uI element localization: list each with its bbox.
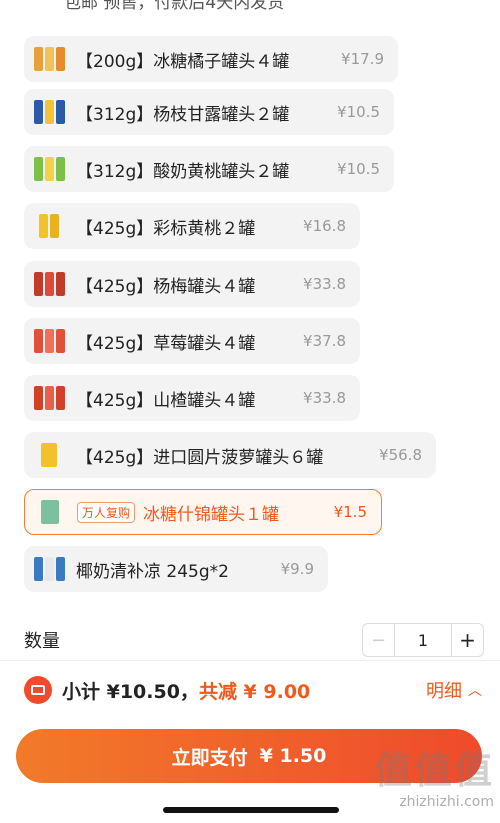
quantity-value[interactable]: 1 [395,624,451,656]
option-name: 【312g】酸奶黄桃罐头２罐 [76,161,290,182]
option-price: ¥37.8 [303,332,346,350]
quantity-stepper: − 1 + [362,623,484,657]
option-price: ¥33.8 [303,275,346,293]
option-price: ¥33.8 [303,389,346,407]
header-cut-text: 包邮 预售，付款后4天内发货 [64,0,285,13]
price-summary: 小计 ¥10.50， 共减 ¥ 9.00 明细 ︿ [24,675,482,705]
option-chip[interactable]: 椰奶清补凉 245g*2 ¥9.9 [24,546,328,592]
mixed-fruit-can-thumb [33,495,67,529]
option-chip[interactable]: 【312g】酸奶黄桃罐头２罐 ¥10.5 [24,146,394,192]
mango-pomelo-can-thumb [32,95,66,129]
coupon-icon [24,676,52,704]
option-price: ¥17.9 [341,50,384,68]
hawthorn-can-thumb [32,381,66,415]
option-name: 【312g】杨枝甘露罐头２罐 [76,104,290,125]
detail-toggle[interactable]: 明细 ︿ [426,677,482,703]
option-chip[interactable]: 【312g】杨枝甘露罐头２罐 ¥10.5 [24,89,394,135]
watermark-logo: 值值值 [373,748,494,792]
option-price: ¥1.5 [333,503,367,521]
option-price: ¥16.8 [303,217,346,235]
option-price: ¥9.9 [280,560,314,578]
option-price: ¥10.5 [337,160,380,178]
quantity-row: 数量 − 1 + [24,622,484,658]
option-name: 冰糖什锦罐头１罐 [143,504,280,525]
option-price: ¥10.5 [337,103,380,121]
option-name: 【425g】进口圆片菠萝罐头６罐 [76,447,324,468]
option-name: 【425g】山楂罐头４罐 [76,390,256,411]
coconut-dessert-thumb [32,552,66,586]
option-name: 【200g】冰糖橘子罐头４罐 [76,51,290,72]
option-chip[interactable]: 【425g】杨梅罐头４罐 ¥33.8 [24,261,360,307]
option-name: 椰奶清补凉 245g*2 [76,561,229,582]
option-chip-selected[interactable]: 万人复购 冰糖什锦罐头１罐 ¥1.5 [24,489,382,535]
home-indicator[interactable] [163,807,339,813]
bayberry-can-thumb [32,267,66,301]
pay-button-label: 立即支付 [171,746,248,769]
tangerine-can-thumb [32,42,66,76]
increase-button[interactable]: + [451,624,483,656]
checkout-footer: 小计 ¥10.50， 共减 ¥ 9.00 明细 ︿ 立即支付 ¥ 1.50 值值… [0,660,500,823]
option-name: 【425g】杨梅罐头４罐 [76,276,256,297]
option-price: ¥56.8 [379,446,422,464]
option-name: 【425g】草莓罐头４罐 [76,333,256,354]
yellow-peach-can-thumb [32,209,66,243]
detail-label: 明细 [426,681,462,702]
option-name: 【425g】彩标黄桃２罐 [76,218,256,239]
chevron-up-icon: ︿ [468,683,482,699]
sku-selection-sheet: 【200g】冰糖橘子罐头４罐 ¥17.9 【312g】杨枝甘露罐头２罐 ¥10.… [8,30,500,660]
discount-text: 共减 ¥ 9.00 [198,680,311,703]
option-chip[interactable]: 【200g】冰糖橘子罐头４罐 ¥17.9 [24,36,398,82]
option-chip[interactable]: 【425g】进口圆片菠萝罐头６罐 ¥56.8 [24,432,436,478]
repurchase-badge: 万人复购 [77,501,136,523]
option-chip[interactable]: 【425g】山楂罐头４罐 ¥33.8 [24,375,360,421]
subtotal-text: 小计 ¥10.50， [62,680,199,703]
option-chip[interactable]: 【425g】草莓罐头４罐 ¥37.8 [24,318,360,364]
decrease-button[interactable]: − [363,624,395,656]
quantity-label: 数量 [24,631,60,652]
yogurt-peach-can-thumb [32,152,66,186]
pineapple-can-thumb [32,438,66,472]
option-chip[interactable]: 【425g】彩标黄桃２罐 ¥16.8 [24,203,360,249]
strawberry-can-thumb [32,324,66,358]
watermark-url: zhizhizhi.com [399,794,494,810]
pay-button-amount: ¥ 1.50 [259,745,327,767]
site-watermark: 值值值 zhizhizhi.com [374,739,494,810]
